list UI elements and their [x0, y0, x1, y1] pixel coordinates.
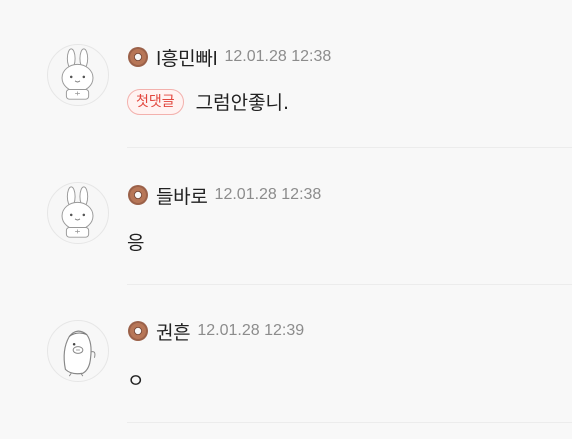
comment-date: 12.01.28 12:38 — [214, 186, 322, 203]
first-comment-badge: 첫댓글 — [127, 88, 184, 115]
comment-body: 첫댓글 그럼안좋니. — [127, 88, 289, 115]
divider — [127, 147, 572, 148]
nickname[interactable]: 권흔 — [156, 318, 191, 345]
donut-icon — [127, 184, 149, 206]
comment-text: 응 — [127, 232, 145, 254]
avatar[interactable] — [47, 44, 109, 106]
comment-date: 12.01.28 12:38 — [224, 48, 332, 65]
nickname[interactable]: l흥민빠l — [156, 44, 218, 71]
comment-body: 응 — [127, 228, 144, 255]
donut-icon — [127, 46, 149, 68]
rabbit-avatar-icon — [48, 183, 108, 243]
comment-header: l흥민빠l 12.01.28 12:38 — [127, 44, 332, 71]
comment-text: ㅇ — [127, 370, 145, 392]
comment-header: 권흔 12.01.28 12:39 — [127, 318, 305, 345]
comment-list: l흥민빠l 12.01.28 12:38 첫댓글 그럼안좋니. 들바로 12.0… — [0, 0, 572, 439]
donut-icon — [127, 320, 149, 342]
divider — [127, 422, 572, 423]
avatar[interactable] — [47, 320, 109, 382]
divider — [127, 284, 572, 285]
comment-body: ㅇ — [127, 366, 144, 393]
comment-header: 들바로 12.01.28 12:38 — [127, 182, 322, 209]
nickname[interactable]: 들바로 — [156, 182, 208, 209]
rabbit-avatar-icon — [48, 45, 108, 105]
avatar[interactable] — [47, 182, 109, 244]
comment-date: 12.01.28 12:39 — [197, 322, 305, 339]
penguin-avatar-icon — [48, 321, 108, 381]
comment-text: 그럼안좋니. — [195, 92, 290, 114]
